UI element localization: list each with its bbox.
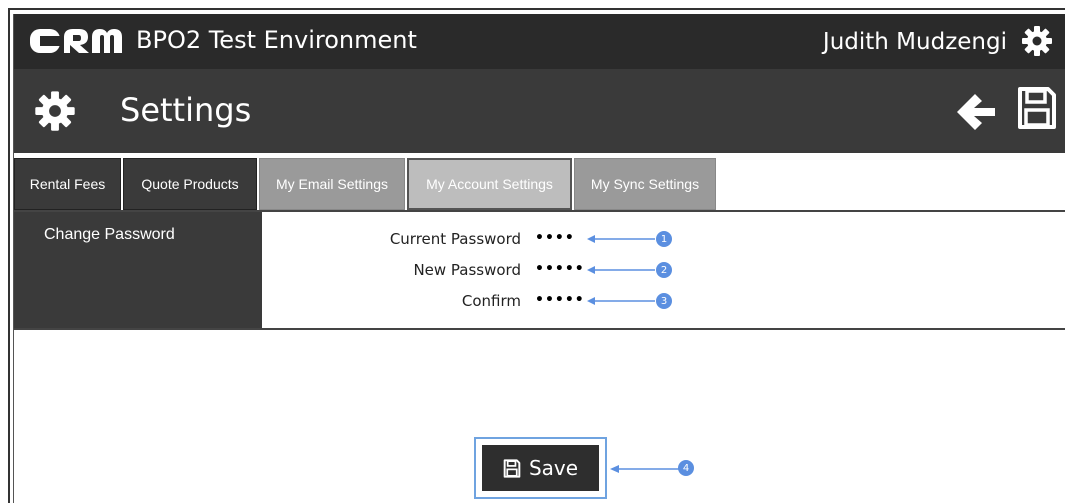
annotation-badge: 1 — [656, 231, 672, 247]
settings-gear-icon — [35, 91, 75, 131]
new-password-label: New Password — [413, 261, 521, 279]
tab-my-account-settings[interactable]: My Account Settings — [407, 158, 572, 210]
tab-my-email-settings[interactable]: My Email Settings — [259, 158, 405, 210]
frame-border-left — [8, 8, 10, 503]
app-frame: BPO2 Test Environment Judith Mudzengi Se… — [0, 0, 1065, 503]
annotation-badge: 4 — [678, 460, 694, 476]
tab-rental-fees[interactable]: Rental Fees — [14, 158, 121, 210]
section-title: Change Password — [44, 226, 175, 243]
environment-title: BPO2 Test Environment — [136, 26, 417, 54]
save-floppy-icon — [503, 458, 521, 478]
current-password-input[interactable]: •••• — [535, 230, 575, 246]
new-password-input[interactable]: ••••• — [535, 261, 585, 277]
save-button-highlight: Save — [474, 437, 607, 499]
page-title: Settings — [120, 91, 252, 129]
user-name[interactable]: Judith Mudzengi — [823, 29, 1007, 55]
back-arrow-icon[interactable] — [955, 92, 997, 132]
crm-logo — [30, 29, 122, 53]
tab-my-sync-settings[interactable]: My Sync Settings — [574, 158, 716, 210]
user-settings-gear-icon[interactable] — [1021, 25, 1053, 57]
save-floppy-icon[interactable] — [1017, 86, 1057, 130]
confirm-password-input[interactable]: ••••• — [535, 292, 585, 308]
confirm-password-label: Confirm — [461, 292, 521, 310]
page-header: Settings — [14, 69, 1065, 153]
settings-tabs: Rental Fees Quote Products My Email Sett… — [14, 158, 1065, 210]
section-sidebar: Change Password — [14, 212, 262, 330]
annotation-arrows — [587, 235, 655, 305]
save-button[interactable]: Save — [482, 445, 599, 491]
top-bar: BPO2 Test Environment Judith Mudzengi — [14, 14, 1065, 69]
panel-divider — [14, 328, 1065, 330]
annotation-badge: 2 — [656, 262, 672, 278]
annotation-badge: 3 — [656, 293, 672, 309]
tab-quote-products[interactable]: Quote Products — [123, 158, 257, 210]
save-button-label: Save — [528, 456, 579, 480]
current-password-label: Current Password — [389, 230, 521, 248]
frame-border-top — [8, 8, 1065, 10]
annotation-arrow-save — [610, 465, 679, 473]
